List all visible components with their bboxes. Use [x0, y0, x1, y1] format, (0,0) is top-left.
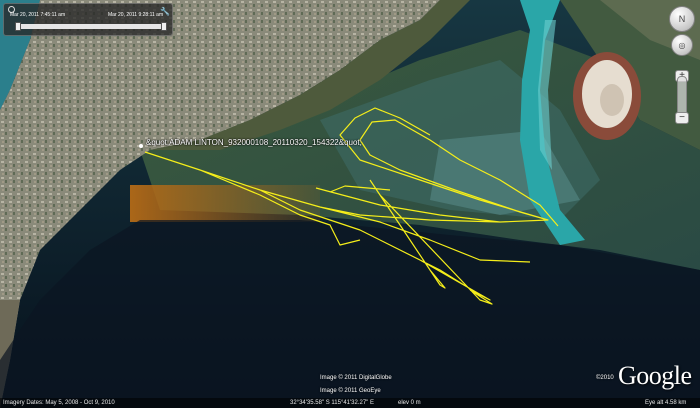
satellite-map[interactable]	[0, 0, 700, 408]
time-slider-start: Mar 20, 2011 7:45:11 am	[10, 12, 66, 18]
zoom-slider[interactable]	[677, 76, 687, 116]
imagery-dates: Imagery Dates: May 5, 2008 - Oct 9, 2010	[3, 400, 115, 406]
time-slider-start-handle[interactable]	[15, 22, 21, 31]
time-slider-end: Mar 20, 2011 9:28:11 am	[108, 12, 164, 18]
eye-altitude: Eye alt 4.58 km	[645, 400, 687, 406]
placemark-icon[interactable]	[139, 144, 143, 148]
navigation-controls[interactable]: N ◎ + −	[666, 6, 698, 124]
compass-icon[interactable]: N	[669, 6, 695, 32]
copyright: ©2010	[596, 375, 614, 381]
imagery-credit: Image © 2011 GeoEye	[320, 388, 381, 394]
cursor-coordinates: 32°34'35.58" S 115°41'32.27" E	[290, 400, 374, 406]
time-slider[interactable]: Mar 20, 2011 7:45:11 am Mar 20, 2011 9:2…	[3, 3, 173, 36]
look-joystick-icon[interactable]: ◎	[671, 34, 693, 56]
time-slider-range	[18, 24, 166, 29]
placemark-label[interactable]: &quot;ADAM LINTON_932000108_20110320_154…	[146, 138, 362, 147]
minus-icon[interactable]: −	[675, 112, 689, 124]
status-bar: Imagery Dates: May 5, 2008 - Oct 9, 2010…	[0, 398, 700, 408]
google-logo: Google	[618, 361, 692, 390]
elevation: elev 0 m	[398, 400, 421, 406]
imagery-credit: Image © 2011 DigitalGlobe	[320, 375, 392, 381]
time-slider-end-handle[interactable]	[161, 22, 167, 31]
wrench-icon[interactable]: 🔧	[160, 7, 170, 16]
time-slider-track[interactable]	[18, 24, 166, 29]
